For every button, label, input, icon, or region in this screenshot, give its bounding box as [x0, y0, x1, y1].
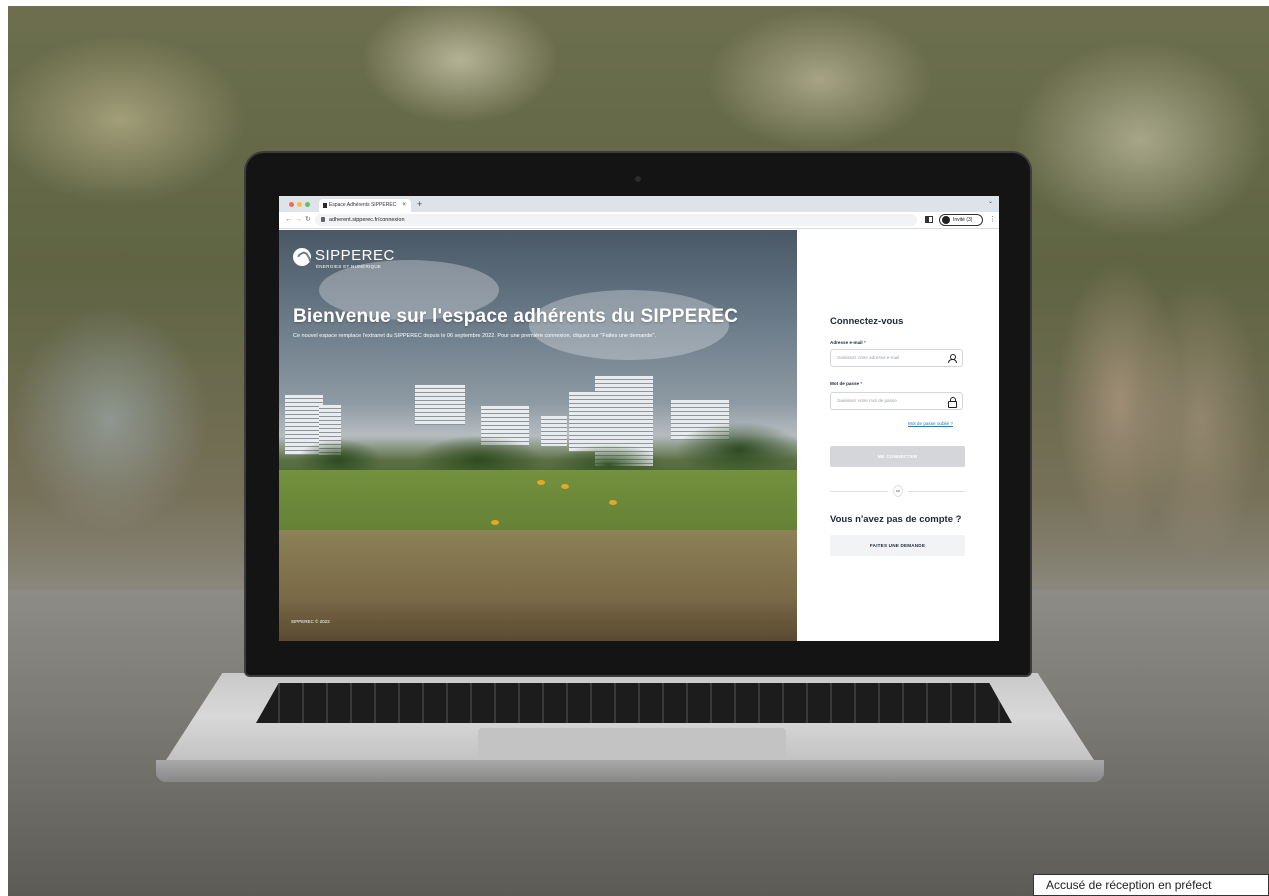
side-panel-icon[interactable] [925, 216, 933, 223]
forgot-password-link[interactable]: Mot de passe oublié ? [908, 421, 953, 426]
hero-flower [491, 520, 499, 525]
required-marker: * [860, 381, 863, 386]
password-field[interactable]: Saisissez votre mot de passe [830, 392, 963, 410]
email-placeholder: Saisissez votre adresse e-mail [837, 355, 900, 360]
browser-tabstrip: Espace Adhérents SIPPEREC × + ⌄ [279, 196, 999, 212]
email-field[interactable]: Saisissez votre adresse e-mail [830, 349, 963, 367]
brand-tagline: ÉNERGIES ET NUMÉRIQUE [316, 264, 382, 269]
request-account-button[interactable]: FAITES UNE DEMANDE [830, 535, 965, 556]
address-bar[interactable]: adherent.sipperec.fr/connexion [315, 214, 917, 226]
browser-toolbar: ← → ↻ adherent.sipperec.fr/connexion Inv… [279, 212, 999, 229]
email-label-text: Adresse e-mail [830, 340, 863, 345]
login-title: Connectez-vous [830, 316, 904, 327]
user-icon [948, 354, 957, 363]
favicon-icon [323, 203, 327, 208]
browser-menu-icon[interactable]: ⋮ [989, 215, 996, 223]
password-label: Mot de passe * [830, 381, 862, 386]
tab-close-icon[interactable]: × [402, 199, 406, 212]
window-maximize-button[interactable] [305, 202, 310, 207]
tab-title: Espace Adhérents SIPPEREC [329, 202, 397, 208]
site-info-lock-icon[interactable] [321, 217, 325, 222]
profile-button[interactable]: Invité (3) [939, 214, 983, 226]
brand-name: SIPPEREC [315, 247, 395, 264]
sipperec-logo-icon [293, 248, 311, 266]
webcam [635, 176, 641, 182]
forward-arrow-icon[interactable]: → [295, 215, 302, 225]
email-label: Adresse e-mail * [830, 340, 866, 345]
connect-button[interactable]: ME CONNECTER [830, 446, 965, 467]
new-tab-button[interactable]: + [417, 198, 422, 210]
hero-title: Bienvenue sur l'espace adhérents du SIPP… [293, 306, 739, 327]
laptop-screen: Espace Adhérents SIPPEREC × + ⌄ ← → ↻ ad… [279, 196, 999, 641]
divider-line-right [908, 491, 965, 492]
password-label-text: Mot de passe [830, 381, 860, 386]
hero-flower [561, 484, 569, 489]
copyright-text: SIPPEREC © 2023 [291, 619, 330, 624]
hero-banner: SIPPEREC ÉNERGIES ET NUMÉRIQUE Bienvenue… [279, 230, 797, 641]
reload-icon[interactable]: ↻ [305, 215, 311, 225]
lock-icon [948, 397, 957, 408]
hero-building [415, 385, 465, 425]
no-account-title: Vous n'avez pas de compte ? [830, 514, 962, 525]
address-bar-url: adherent.sipperec.fr/connexion [329, 217, 405, 223]
hero-flower [609, 500, 617, 505]
hero-flower [537, 480, 545, 485]
window-close-button[interactable] [289, 202, 294, 207]
password-placeholder: Saisissez votre mot de passe [837, 398, 897, 403]
laptop-keyboard [256, 683, 1012, 723]
hero-foreground-grass [279, 530, 797, 641]
divider-line-left [830, 491, 888, 492]
caption-label: Accusé de réception en préfect [1033, 874, 1269, 896]
laptop-base-edge [156, 760, 1104, 782]
browser-tab-active[interactable]: Espace Adhérents SIPPEREC × [319, 199, 411, 212]
profile-label: Invité (3) [953, 217, 973, 223]
laptop-trackpad [478, 728, 786, 762]
hero-subtitle: Ce nouvel espace remplace l'extranet du … [293, 333, 656, 339]
tab-search-chevron-icon[interactable]: ⌄ [988, 198, 993, 205]
profile-avatar-icon [942, 216, 950, 224]
login-panel: Connectez-vous Adresse e-mail * Saisisse… [797, 230, 999, 641]
or-divider: ou [893, 485, 903, 497]
back-arrow-icon[interactable]: ← [285, 215, 292, 225]
required-marker: * [863, 340, 866, 345]
window-minimize-button[interactable] [297, 202, 302, 207]
